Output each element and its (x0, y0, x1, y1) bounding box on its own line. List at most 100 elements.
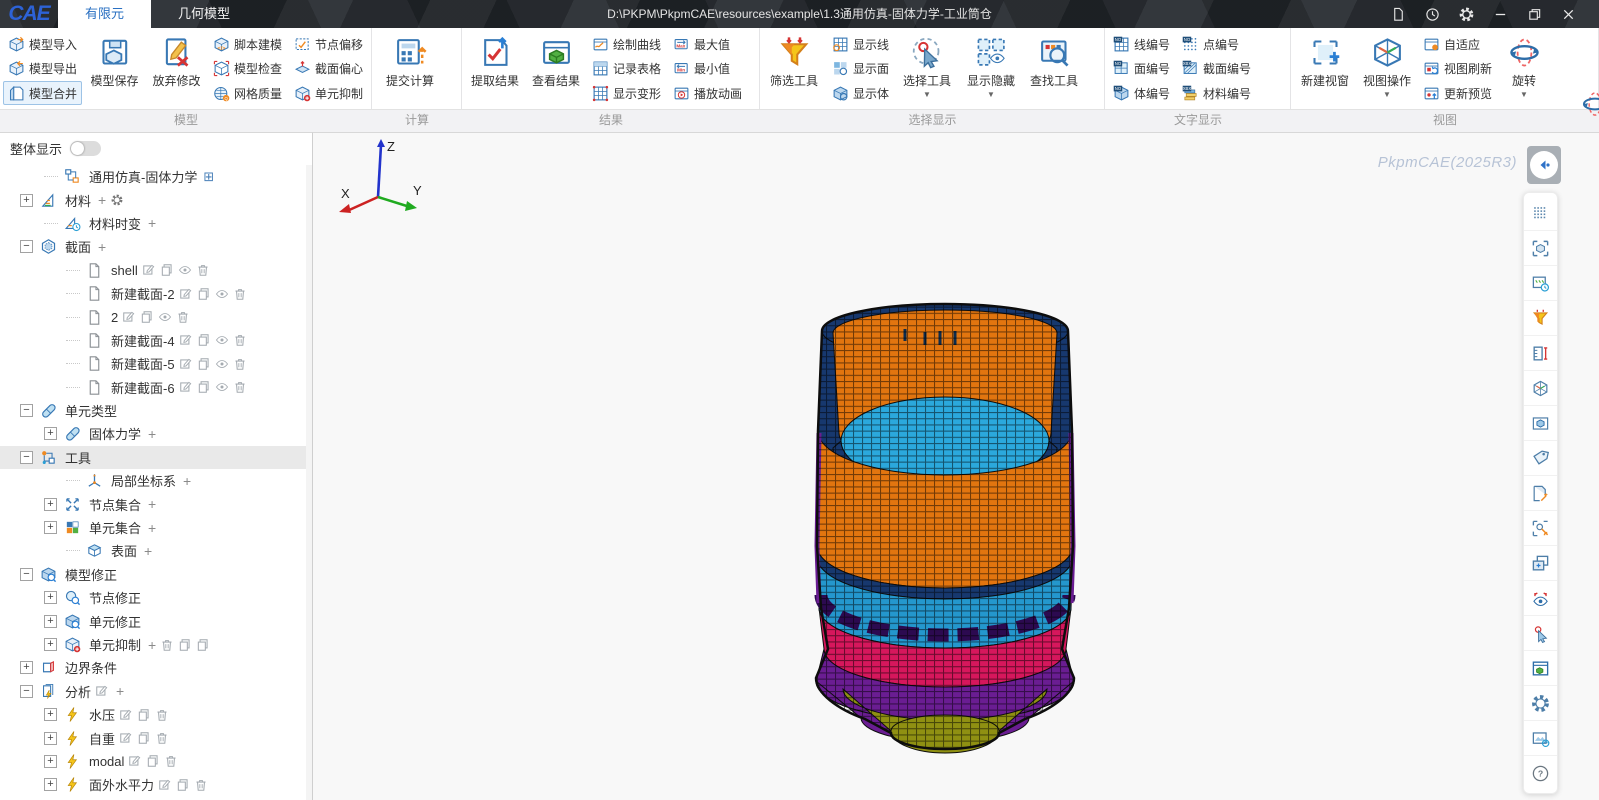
trash-icon[interactable] (196, 263, 210, 277)
silo-3d-model[interactable]: Z X Y (313, 133, 1599, 800)
dropdown-caret-icon[interactable]: ▼ (1520, 91, 1528, 99)
tree-row-分析[interactable]: −分析+ (0, 680, 306, 703)
minimize-button[interactable] (1483, 0, 1517, 28)
restore-button[interactable] (1517, 0, 1551, 28)
edit-icon[interactable] (179, 357, 193, 371)
eye-icon[interactable] (215, 357, 229, 371)
settings-gear-tool[interactable] (1524, 685, 1557, 720)
expand-toggle[interactable]: + (44, 708, 57, 721)
tree-row-材料[interactable]: +材料+ (0, 188, 306, 211)
expand-toggle[interactable]: + (44, 778, 57, 791)
eye-icon[interactable] (215, 287, 229, 301)
bounding-box-tool[interactable] (1524, 405, 1557, 440)
tree-row-新建截面-5[interactable]: 新建截面-5 (0, 352, 306, 375)
clipped-ribbon-icon[interactable] (1581, 90, 1599, 118)
model-save-button[interactable]: 模型保存 (83, 29, 146, 108)
trash-icon[interactable] (233, 333, 247, 347)
trash-icon[interactable] (160, 638, 174, 652)
tree-row-表面[interactable]: 表面+ (0, 539, 306, 562)
expand-toggle[interactable]: + (20, 661, 33, 674)
tree-row-新建截面-6[interactable]: 新建截面-6 (0, 376, 306, 399)
material-number-button[interactable]: XBX材料编号 (1177, 81, 1256, 105)
body-number-button[interactable]: NO体编号 (1108, 81, 1175, 105)
show-line-button[interactable]: 显示线 (827, 32, 894, 56)
copy-icon[interactable] (196, 638, 210, 652)
edit-icon[interactable] (179, 380, 193, 394)
tab-几何模型[interactable]: 几何模型 (151, 0, 257, 28)
model-window-tool[interactable] (1524, 650, 1557, 685)
copy-icon[interactable] (197, 357, 211, 371)
show-hide-button[interactable]: 显示隐藏▼ (959, 29, 1023, 108)
eye-icon[interactable] (178, 263, 192, 277)
tree-row-自重[interactable]: +自重 (0, 726, 306, 749)
trash-icon[interactable] (155, 708, 169, 722)
copy-icon[interactable] (197, 287, 211, 301)
face-number-button[interactable]: NO面编号 (1108, 57, 1175, 81)
help-tool[interactable]: ? (1524, 755, 1557, 790)
expand-toggle[interactable]: + (44, 427, 57, 440)
edit-icon[interactable] (179, 287, 193, 301)
trash-icon[interactable] (164, 754, 178, 768)
expand-toggle[interactable]: + (44, 755, 57, 768)
copy-icon[interactable] (137, 731, 151, 745)
edit-icon[interactable] (179, 333, 193, 347)
rotate-button[interactable]: 旋转▼ (1498, 29, 1550, 108)
tree-row-单元类型[interactable]: −单元类型 (0, 399, 306, 422)
display-style-tool[interactable] (1524, 265, 1557, 300)
dropdown-caret-icon[interactable]: ▼ (923, 91, 931, 99)
tree-row-单元抑制[interactable]: +单元抑制+ (0, 633, 306, 656)
select-cursor-tool[interactable] (1524, 615, 1557, 650)
filter-tool[interactable] (1524, 300, 1557, 335)
copy-icon[interactable] (146, 754, 160, 768)
tab-有限元[interactable]: 有限元 (58, 0, 151, 28)
gear-icon[interactable] (110, 193, 124, 207)
tree-row-通用仿真-固体力学[interactable]: 通用仿真-固体力学⊞ (0, 165, 306, 188)
expand-toggle[interactable]: + (44, 638, 57, 651)
model-import-button[interactable]: 模型导入 (3, 32, 82, 56)
update-preview-button[interactable]: 更新预览 (1418, 81, 1497, 105)
model-merge-button[interactable]: 模型合并 (3, 81, 82, 105)
expand-toggle[interactable]: + (44, 615, 57, 628)
trash-icon[interactable] (155, 731, 169, 745)
tree-row-2[interactable]: 2 (0, 305, 306, 328)
node-offset-button[interactable]: 节点偏移 (289, 32, 368, 56)
add-item-button[interactable]: + (116, 683, 124, 699)
panel-collapse-button[interactable] (1527, 146, 1561, 184)
add-item-button[interactable]: + (183, 473, 191, 489)
line-number-button[interactable]: NO线编号 (1108, 32, 1175, 56)
tree-row-边界条件[interactable]: +边界条件 (0, 656, 306, 679)
filter-tool-button[interactable]: 筛选工具 (762, 29, 826, 108)
tree-row-modal[interactable]: +modal (0, 750, 306, 773)
edit-icon[interactable] (122, 310, 136, 324)
copy-icon[interactable] (197, 380, 211, 394)
collapse-toggle[interactable]: − (20, 568, 33, 581)
tree-row-单元集合[interactable]: +单元集合+ (0, 516, 306, 539)
expand-toggle[interactable]: + (44, 521, 57, 534)
edit-icon[interactable] (119, 708, 133, 722)
select-tool-button[interactable]: 选择工具▼ (895, 29, 959, 108)
find-tool-button[interactable]: 查找工具 (1023, 29, 1085, 108)
max-value-button[interactable]: Max最大值 (668, 32, 747, 56)
show-deform-button[interactable]: 显示变形 (587, 81, 666, 105)
expand-toggle[interactable]: + (20, 194, 33, 207)
measure-tool[interactable] (1524, 335, 1557, 370)
expand-all-icon[interactable]: ⊞ (203, 169, 214, 185)
plot-curve-button[interactable]: 绘制曲线 (587, 32, 666, 56)
model-export-button[interactable]: 模型导出 (3, 57, 82, 81)
eye-icon[interactable] (158, 310, 172, 324)
add-item-button[interactable]: + (144, 543, 152, 559)
mesh-quality-button[interactable]: Q网格质量 (208, 81, 287, 105)
copy-icon[interactable] (140, 310, 154, 324)
copy-icon[interactable] (160, 263, 174, 277)
section-number-button[interactable]: XBX截面编号 (1177, 57, 1256, 81)
min-value-button[interactable]: Min最小值 (668, 57, 747, 81)
tree-scrollbar[interactable] (306, 165, 312, 800)
viewport-canvas[interactable]: Z X Y PkpmCAE(2025R3) (313, 132, 1599, 800)
overall-display-toggle[interactable] (70, 141, 101, 156)
add-item-button[interactable]: + (148, 637, 156, 653)
close-button[interactable] (1551, 0, 1585, 28)
add-item-button[interactable]: + (98, 192, 106, 208)
collapse-toggle[interactable]: − (20, 404, 33, 417)
expand-toggle[interactable]: + (44, 591, 57, 604)
tree-row-模型修正[interactable]: −模型修正 (0, 563, 306, 586)
